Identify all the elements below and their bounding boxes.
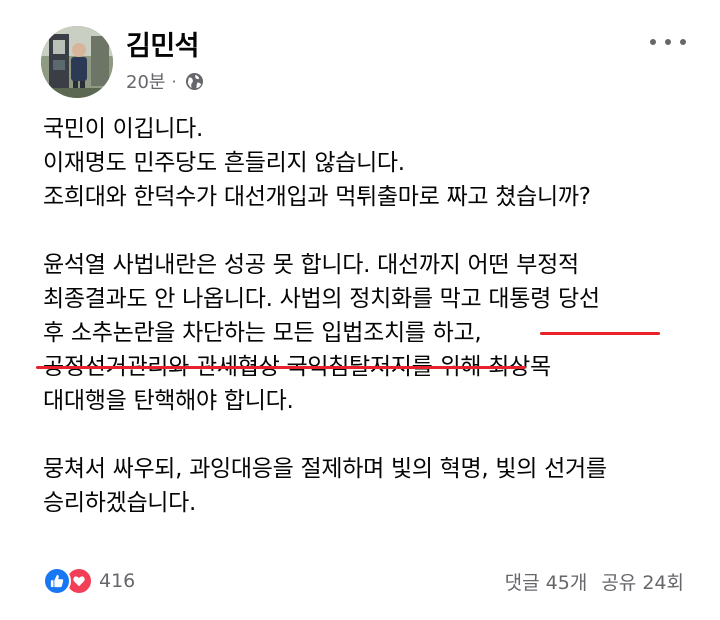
- more-dot: [665, 39, 671, 45]
- share-count[interactable]: 공유 24회: [601, 568, 684, 595]
- paragraph: 뭉쳐서 싸우되, 과잉대응을 절제하며 빛의 혁명, 빛의 선거를 승리하겠습니…: [43, 452, 693, 520]
- text-line: 윤석열 사법내란은 성공 못 합니다. 대선까지 어떤 부정적: [43, 252, 579, 278]
- avatar[interactable]: [41, 26, 113, 98]
- facebook-post: 김민석 20분 · 국민이 이깁니다. 이재명도 민주당도 흔들리지 않습니다.…: [0, 0, 720, 620]
- text-line: 국민이 이깁니다.: [43, 116, 204, 142]
- reactions[interactable]: 416: [43, 567, 135, 595]
- post-meta: 20분 ·: [126, 68, 204, 94]
- post-content: 국민이 이깁니다. 이재명도 민주당도 흔들리지 않습니다. 조희대와 한덕수가…: [43, 112, 693, 520]
- more-dot: [680, 39, 686, 45]
- text-line: 이재명도 민주당도 흔들리지 않습니다.: [43, 150, 405, 176]
- text-line: 승리하겠습니다.: [43, 490, 197, 516]
- highlight-underline: [36, 366, 526, 369]
- text-line: 최종결과도 안 나옵니다. 사법의 정치화를 막고 대통령 당선: [43, 286, 600, 312]
- meta-separator: ·: [171, 71, 177, 91]
- paragraph: 국민이 이깁니다. 이재명도 민주당도 흔들리지 않습니다. 조희대와 한덕수가…: [43, 112, 693, 214]
- post-time[interactable]: 20분: [126, 68, 165, 94]
- more-options-icon[interactable]: [650, 30, 686, 54]
- text-line: 대대행을 탄핵해야 합니다.: [43, 388, 294, 414]
- reaction-count[interactable]: 416: [99, 570, 135, 592]
- comment-count[interactable]: 댓글 45개: [505, 568, 588, 595]
- post-stats: 댓글 45개 공유 24회: [505, 568, 684, 595]
- author-name[interactable]: 김민석: [126, 24, 200, 63]
- highlight-underline: [540, 332, 660, 335]
- more-dot: [650, 39, 656, 45]
- globe-icon[interactable]: [185, 72, 204, 91]
- text-line: 뭉쳐서 싸우되, 과잉대응을 절제하며 빛의 혁명, 빛의 선거를: [43, 456, 607, 482]
- like-icon: [43, 567, 71, 595]
- text-line: 조희대와 한덕수가 대선개입과 먹튀출마로 짜고 쳤습니까?: [43, 184, 591, 210]
